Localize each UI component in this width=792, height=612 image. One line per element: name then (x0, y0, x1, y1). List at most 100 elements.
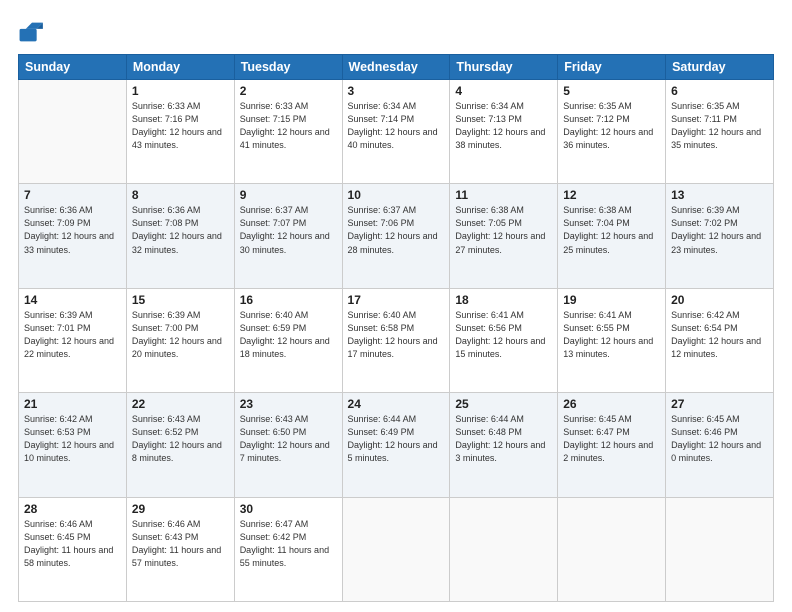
calendar-week-row: 14 Sunrise: 6:39 AMSunset: 7:01 PMDayligh… (19, 288, 774, 392)
calendar-day-cell: 20 Sunrise: 6:42 AMSunset: 6:54 PMDayligh… (666, 288, 774, 392)
day-info: Sunrise: 6:39 AMSunset: 7:01 PMDaylight:… (24, 309, 121, 361)
calendar-day-cell (450, 497, 558, 601)
calendar-day-cell: 17Sunrise: 6:40 AMSunset: 6:58 PMDayligh… (342, 288, 450, 392)
day-number: 28 (24, 502, 121, 516)
day-info: Sunrise: 6:42 AMSunset: 6:53 PMDaylight:… (24, 413, 121, 465)
day-info: Sunrise: 6:45 AMSunset: 6:47 PMDaylight:… (563, 413, 660, 465)
calendar-day-cell (19, 80, 127, 184)
calendar-day-cell: 6 Sunrise: 6:35 AMSunset: 7:11 PMDaylight… (666, 80, 774, 184)
day-number: 25 (455, 397, 552, 411)
calendar-week-row: 28 Sunrise: 6:46 AMSunset: 6:45 PMDayligh… (19, 497, 774, 601)
day-info: Sunrise: 6:36 AMSunset: 7:08 PMDaylight:… (132, 204, 229, 256)
calendar-week-row: 7 Sunrise: 6:36 AMSunset: 7:09 PMDaylight… (19, 184, 774, 288)
day-number: 29 (132, 502, 229, 516)
logo-icon (18, 18, 46, 46)
calendar-day-cell: 15 Sunrise: 6:39 AMSunset: 7:00 PMDayligh… (126, 288, 234, 392)
day-number: 12 (563, 188, 660, 202)
calendar-header-thursday: Thursday (450, 55, 558, 80)
day-number: 14 (24, 293, 121, 307)
calendar-header-monday: Monday (126, 55, 234, 80)
day-number: 4 (455, 84, 552, 98)
calendar-header-saturday: Saturday (666, 55, 774, 80)
calendar-day-cell: 24 Sunrise: 6:44 AMSunset: 6:49 PMDayligh… (342, 393, 450, 497)
day-number: 15 (132, 293, 229, 307)
day-info: Sunrise: 6:35 AMSunset: 7:11 PMDaylight:… (671, 100, 768, 152)
day-number: 1 (132, 84, 229, 98)
calendar-day-cell: 13 Sunrise: 6:39 AMSunset: 7:02 PMDayligh… (666, 184, 774, 288)
day-number: 20 (671, 293, 768, 307)
day-number: 9 (240, 188, 337, 202)
calendar-day-cell: 18 Sunrise: 6:41 AMSunset: 6:56 PMDayligh… (450, 288, 558, 392)
calendar-day-cell: 11 Sunrise: 6:38 AMSunset: 7:05 PMDayligh… (450, 184, 558, 288)
calendar-day-cell: 1 Sunrise: 6:33 AMSunset: 7:16 PMDaylight… (126, 80, 234, 184)
day-info: Sunrise: 6:46 AMSunset: 6:43 PMDaylight:… (132, 518, 229, 570)
calendar-header-friday: Friday (558, 55, 666, 80)
calendar-week-row: 1 Sunrise: 6:33 AMSunset: 7:16 PMDaylight… (19, 80, 774, 184)
header (18, 18, 774, 46)
calendar-day-cell: 9 Sunrise: 6:37 AMSunset: 7:07 PMDaylight… (234, 184, 342, 288)
day-info: Sunrise: 6:46 AMSunset: 6:45 PMDaylight:… (24, 518, 121, 570)
calendar-day-cell: 28 Sunrise: 6:46 AMSunset: 6:45 PMDayligh… (19, 497, 127, 601)
calendar-day-cell: 7 Sunrise: 6:36 AMSunset: 7:09 PMDaylight… (19, 184, 127, 288)
calendar-day-cell: 14 Sunrise: 6:39 AMSunset: 7:01 PMDayligh… (19, 288, 127, 392)
day-number: 24 (348, 397, 445, 411)
calendar-day-cell: 12Sunrise: 6:38 AMSunset: 7:04 PMDayligh… (558, 184, 666, 288)
calendar-day-cell: 8 Sunrise: 6:36 AMSunset: 7:08 PMDaylight… (126, 184, 234, 288)
calendar-day-cell: 19 Sunrise: 6:41 AMSunset: 6:55 PMDayligh… (558, 288, 666, 392)
day-number: 11 (455, 188, 552, 202)
day-info: Sunrise: 6:37 AMSunset: 7:07 PMDaylight:… (240, 204, 337, 256)
calendar-day-cell: 21 Sunrise: 6:42 AMSunset: 6:53 PMDayligh… (19, 393, 127, 497)
day-info: Sunrise: 6:39 AMSunset: 7:00 PMDaylight:… (132, 309, 229, 361)
calendar-day-cell: 3Sunrise: 6:34 AMSunset: 7:14 PMDaylight… (342, 80, 450, 184)
calendar-day-cell: 23 Sunrise: 6:43 AMSunset: 6:50 PMDayligh… (234, 393, 342, 497)
day-info: Sunrise: 6:41 AMSunset: 6:55 PMDaylight:… (563, 309, 660, 361)
logo (18, 18, 50, 46)
day-number: 19 (563, 293, 660, 307)
calendar-day-cell: 30 Sunrise: 6:47 AMSunset: 6:42 PMDayligh… (234, 497, 342, 601)
day-info: Sunrise: 6:34 AMSunset: 7:14 PMDaylight:… (348, 100, 445, 152)
day-info: Sunrise: 6:38 AMSunset: 7:05 PMDaylight:… (455, 204, 552, 256)
calendar-table: SundayMondayTuesdayWednesdayThursdayFrid… (18, 54, 774, 602)
day-info: Sunrise: 6:34 AMSunset: 7:13 PMDaylight:… (455, 100, 552, 152)
day-info: Sunrise: 6:44 AMSunset: 6:49 PMDaylight:… (348, 413, 445, 465)
day-info: Sunrise: 6:40 AMSunset: 6:59 PMDaylight:… (240, 309, 337, 361)
day-info: Sunrise: 6:43 AMSunset: 6:50 PMDaylight:… (240, 413, 337, 465)
calendar-day-cell: 22Sunrise: 6:43 AMSunset: 6:52 PMDayligh… (126, 393, 234, 497)
calendar-day-cell: 26 Sunrise: 6:45 AMSunset: 6:47 PMDayligh… (558, 393, 666, 497)
calendar-day-cell: 10Sunrise: 6:37 AMSunset: 7:06 PMDayligh… (342, 184, 450, 288)
day-info: Sunrise: 6:35 AMSunset: 7:12 PMDaylight:… (563, 100, 660, 152)
day-info: Sunrise: 6:47 AMSunset: 6:42 PMDaylight:… (240, 518, 337, 570)
day-info: Sunrise: 6:33 AMSunset: 7:16 PMDaylight:… (132, 100, 229, 152)
day-number: 5 (563, 84, 660, 98)
day-number: 23 (240, 397, 337, 411)
day-info: Sunrise: 6:39 AMSunset: 7:02 PMDaylight:… (671, 204, 768, 256)
day-info: Sunrise: 6:41 AMSunset: 6:56 PMDaylight:… (455, 309, 552, 361)
day-info: Sunrise: 6:37 AMSunset: 7:06 PMDaylight:… (348, 204, 445, 256)
day-info: Sunrise: 6:42 AMSunset: 6:54 PMDaylight:… (671, 309, 768, 361)
day-number: 26 (563, 397, 660, 411)
calendar-day-cell: 4 Sunrise: 6:34 AMSunset: 7:13 PMDaylight… (450, 80, 558, 184)
day-info: Sunrise: 6:36 AMSunset: 7:09 PMDaylight:… (24, 204, 121, 256)
calendar-day-cell (558, 497, 666, 601)
calendar-day-cell (666, 497, 774, 601)
day-number: 8 (132, 188, 229, 202)
day-number: 13 (671, 188, 768, 202)
day-number: 7 (24, 188, 121, 202)
calendar-day-cell: 2 Sunrise: 6:33 AMSunset: 7:15 PMDaylight… (234, 80, 342, 184)
day-number: 22 (132, 397, 229, 411)
day-number: 16 (240, 293, 337, 307)
calendar-week-row: 21 Sunrise: 6:42 AMSunset: 6:53 PMDayligh… (19, 393, 774, 497)
calendar-header-sunday: Sunday (19, 55, 127, 80)
calendar-day-cell: 25 Sunrise: 6:44 AMSunset: 6:48 PMDayligh… (450, 393, 558, 497)
day-number: 21 (24, 397, 121, 411)
day-info: Sunrise: 6:33 AMSunset: 7:15 PMDaylight:… (240, 100, 337, 152)
day-number: 2 (240, 84, 337, 98)
calendar-day-cell: 29 Sunrise: 6:46 AMSunset: 6:43 PMDayligh… (126, 497, 234, 601)
calendar-header-wednesday: Wednesday (342, 55, 450, 80)
day-number: 30 (240, 502, 337, 516)
day-number: 6 (671, 84, 768, 98)
day-number: 18 (455, 293, 552, 307)
day-info: Sunrise: 6:40 AMSunset: 6:58 PMDaylight:… (348, 309, 445, 361)
day-info: Sunrise: 6:44 AMSunset: 6:48 PMDaylight:… (455, 413, 552, 465)
calendar-day-cell: 27Sunrise: 6:45 AMSunset: 6:46 PMDayligh… (666, 393, 774, 497)
